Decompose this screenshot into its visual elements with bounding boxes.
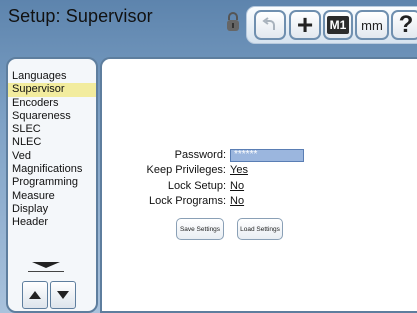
arrow-up-icon — [29, 291, 41, 299]
menu-item-magnifications[interactable]: Magnifications — [8, 163, 96, 176]
lock-setup-value[interactable]: No — [230, 180, 244, 192]
page-down-button[interactable] — [50, 281, 76, 309]
menu-item-squareness[interactable]: Squareness — [8, 110, 96, 123]
m1-button[interactable]: M1 — [323, 10, 353, 40]
page-title: Setup: Supervisor — [8, 6, 153, 26]
menu-item-slec[interactable]: SLEC — [8, 123, 96, 136]
lock-icon — [227, 12, 239, 31]
arrow-down-icon — [57, 291, 69, 299]
lock-programs-label: Lock Programs: — [148, 195, 226, 207]
help-button[interactable]: ? — [391, 10, 417, 40]
scroll-divider — [28, 271, 64, 272]
menu-item-encoders[interactable]: Encoders — [8, 97, 96, 110]
undo-icon — [262, 17, 275, 30]
load-settings-button[interactable]: Load Settings — [237, 218, 283, 240]
page-up-button[interactable] — [22, 281, 48, 309]
password-label: Password: — [174, 149, 226, 161]
screen: Setup: Supervisor + M1 mm ? Languages Su… — [0, 0, 417, 313]
crosshair-button[interactable]: + — [289, 10, 321, 40]
save-settings-button[interactable]: Save Settings — [176, 218, 224, 240]
menu-item-header[interactable]: Header — [8, 216, 96, 229]
menu-item-nlec[interactable]: NLEC — [8, 136, 96, 149]
menu-item-display[interactable]: Display — [8, 203, 96, 216]
lock-setup-label: Lock Setup: — [167, 180, 226, 192]
setup-menu: Languages Supervisor Encoders Squareness… — [8, 70, 96, 230]
menu-item-languages[interactable]: Languages — [8, 70, 96, 83]
menu-item-measure[interactable]: Measure — [8, 190, 96, 203]
scroll-down-arrow-icon[interactable] — [32, 262, 60, 268]
lock-programs-value[interactable]: No — [230, 195, 244, 207]
units-button[interactable]: mm — [355, 10, 389, 40]
keep-privileges-label: Keep Privileges: — [146, 164, 227, 176]
undo-button[interactable] — [254, 10, 286, 40]
menu-item-ved[interactable]: Ved — [8, 150, 96, 163]
m1-label: M1 — [326, 16, 350, 34]
keep-privileges-value[interactable]: Yes — [230, 164, 248, 176]
menu-item-programming[interactable]: Programming — [8, 176, 96, 189]
password-field[interactable]: ****** — [230, 149, 304, 162]
menu-item-supervisor[interactable]: Supervisor — [8, 83, 96, 97]
